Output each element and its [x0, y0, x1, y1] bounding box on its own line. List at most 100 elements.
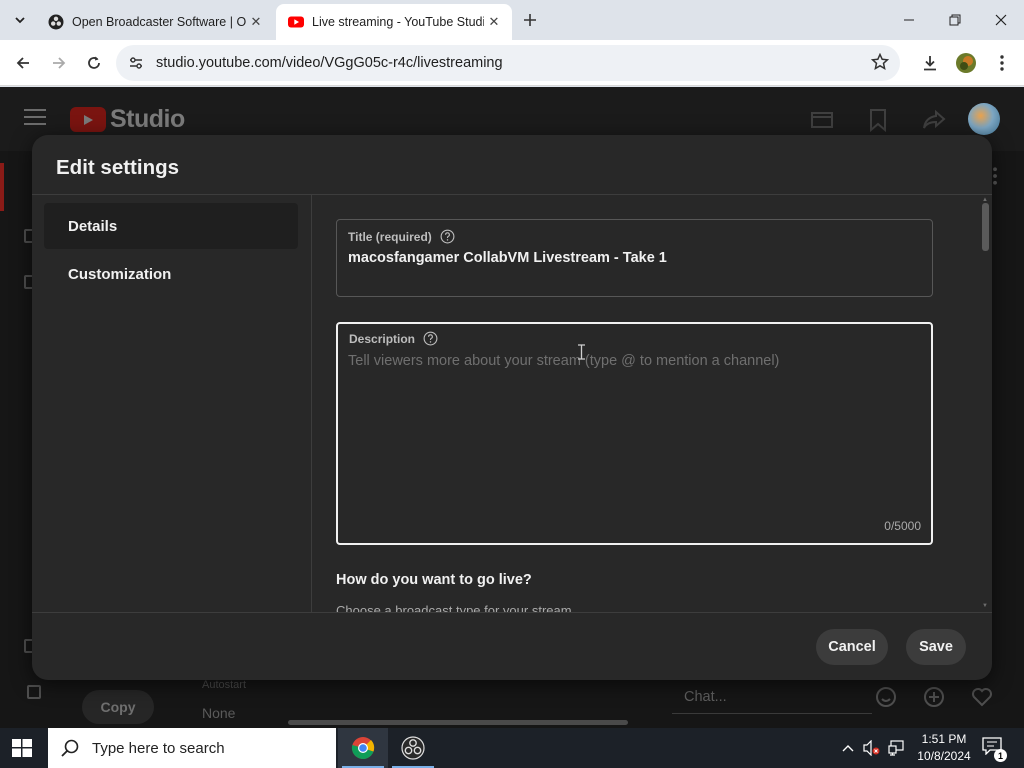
search-placeholder: Type here to search — [92, 739, 225, 757]
add-circle-icon[interactable] — [922, 685, 946, 709]
reload-button[interactable] — [79, 48, 109, 78]
help-icon[interactable] — [440, 229, 455, 244]
clock-date: 10/8/2024 — [917, 749, 971, 763]
emoji-icon[interactable] — [874, 685, 898, 709]
restore-button[interactable] — [932, 0, 978, 40]
reload-icon — [88, 56, 100, 69]
setting-value[interactable]: None — [202, 705, 235, 721]
show-hidden-icons-button[interactable] — [838, 738, 858, 758]
close-tab-icon[interactable]: ✕ — [484, 12, 504, 32]
setting-label: Autostart — [202, 679, 247, 691]
more-vert-icon — [1000, 55, 1004, 71]
url-text: studio.youtube.com/video/VGgG05c-r4c/liv… — [156, 55, 503, 71]
help-icon[interactable] — [423, 331, 438, 346]
profile-avatar-icon — [956, 53, 976, 73]
horizontal-scrollbar[interactable] — [288, 720, 628, 725]
obs-icon — [401, 736, 425, 760]
browser-toolbar: studio.youtube.com/video/VGgG05c-r4c/liv… — [0, 40, 1024, 86]
chrome-icon — [351, 737, 375, 760]
dialog-scrollbar-thumb[interactable] — [982, 203, 989, 251]
title-field[interactable]: Title (required) macosfangamer CollabVM … — [336, 219, 933, 297]
forward-button[interactable] — [44, 48, 74, 78]
tab-youtube-studio[interactable]: Live streaming - YouTube Studio ✕ — [276, 4, 512, 40]
edit-settings-dialog: Edit settings Details Customization Titl… — [32, 135, 992, 680]
character-counter: 0/5000 — [884, 519, 921, 533]
dialog-nav: Details Customization — [32, 195, 312, 613]
menu-icon[interactable] — [24, 109, 46, 127]
minimize-button[interactable] — [886, 0, 932, 40]
youtube-icon — [288, 16, 304, 28]
feedback-icon[interactable] — [27, 685, 41, 699]
video-icon[interactable] — [809, 107, 835, 133]
tab-title: Open Broadcaster Software | OBS — [72, 15, 246, 29]
title-input[interactable]: macosfangamer CollabVM Livestream - Take… — [348, 250, 667, 266]
restore-icon — [949, 14, 961, 26]
title-field-label-row: Title (required) — [348, 229, 455, 244]
text-cursor-icon — [578, 344, 585, 360]
bookmark-icon[interactable] — [865, 107, 891, 133]
tab-search-button[interactable] — [6, 6, 34, 34]
description-field-label: Description — [349, 331, 416, 346]
volume-button[interactable] — [862, 738, 882, 758]
chevron-up-icon — [842, 745, 854, 752]
save-button[interactable]: Save — [906, 629, 966, 665]
taskbar-chrome[interactable] — [338, 728, 388, 768]
taskbar-clock[interactable]: 1:51 PM 10/8/2024 — [916, 731, 972, 765]
close-window-button[interactable] — [978, 0, 1024, 40]
close-icon — [995, 14, 1007, 26]
address-bar[interactable]: studio.youtube.com/video/VGgG05c-r4c/liv… — [116, 45, 900, 81]
bookmark-star-button[interactable] — [866, 48, 894, 76]
downloads-button[interactable] — [915, 48, 945, 78]
close-tab-icon[interactable]: ✕ — [246, 12, 266, 32]
notification-badge: 1 — [994, 749, 1007, 762]
title-field-label: Title (required) — [348, 229, 432, 244]
obs-icon — [48, 14, 64, 30]
studio-logo-text: Studio — [110, 105, 185, 133]
browser-tab-strip: Open Broadcaster Software | OBS ✕ Live s… — [0, 0, 1024, 40]
windows-start-icon[interactable] — [12, 739, 32, 757]
scroll-down-arrow[interactable]: ▼ — [982, 603, 989, 609]
volume-muted-icon — [863, 740, 880, 756]
plus-icon — [524, 14, 536, 26]
dialog-header: Edit settings — [32, 135, 992, 195]
browser-menu-button[interactable] — [987, 48, 1017, 78]
new-tab-button[interactable] — [518, 8, 542, 32]
description-field[interactable]: Description Tell viewers more about your… — [336, 322, 933, 545]
star-icon — [871, 53, 889, 71]
arrow-right-icon — [53, 57, 66, 69]
cancel-button[interactable]: Cancel — [816, 629, 888, 665]
chat-input[interactable]: Chat... — [672, 682, 872, 714]
tab-obs[interactable]: Open Broadcaster Software | OBS ✕ — [36, 4, 274, 40]
clock-time: 1:51 PM — [921, 732, 967, 746]
notification-center-button[interactable]: 1 — [982, 737, 1007, 762]
arrow-left-icon — [16, 57, 29, 69]
network-icon — [888, 740, 904, 756]
description-input[interactable]: Tell viewers more about your stream (typ… — [348, 353, 779, 369]
dialog-footer: Cancel Save — [32, 612, 992, 680]
network-button[interactable] — [886, 738, 906, 758]
go-live-heading: How do you want to go live? — [336, 572, 532, 588]
taskbar-obs[interactable] — [388, 728, 438, 768]
taskbar-search[interactable]: Type here to search — [48, 728, 336, 768]
chevron-down-icon — [15, 17, 25, 24]
youtube-logo-icon — [70, 107, 106, 132]
site-info-icon[interactable] — [126, 53, 146, 73]
account-avatar[interactable] — [968, 103, 1000, 135]
active-nav-indicator — [0, 163, 4, 211]
dialog-body: Title (required) macosfangamer CollabVM … — [312, 195, 992, 613]
nav-item-details[interactable]: Details — [44, 203, 298, 249]
nav-item-customization[interactable]: Customization — [44, 251, 298, 297]
description-field-label-row: Description — [349, 331, 438, 346]
studio-logo[interactable]: Studio — [70, 105, 185, 134]
windows-taskbar: Type here to search 1:51 PM 10/8/2024 1 — [0, 728, 1024, 768]
minimize-icon — [904, 19, 914, 21]
search-icon — [61, 739, 79, 757]
back-button[interactable] — [8, 48, 38, 78]
heart-icon[interactable] — [970, 685, 994, 709]
share-icon[interactable] — [921, 107, 947, 133]
tab-title: Live streaming - YouTube Studio — [312, 15, 484, 29]
dialog-title: Edit settings — [56, 156, 180, 179]
copy-button[interactable]: Copy — [82, 690, 154, 724]
download-icon — [924, 56, 936, 71]
profile-button[interactable] — [951, 48, 981, 78]
